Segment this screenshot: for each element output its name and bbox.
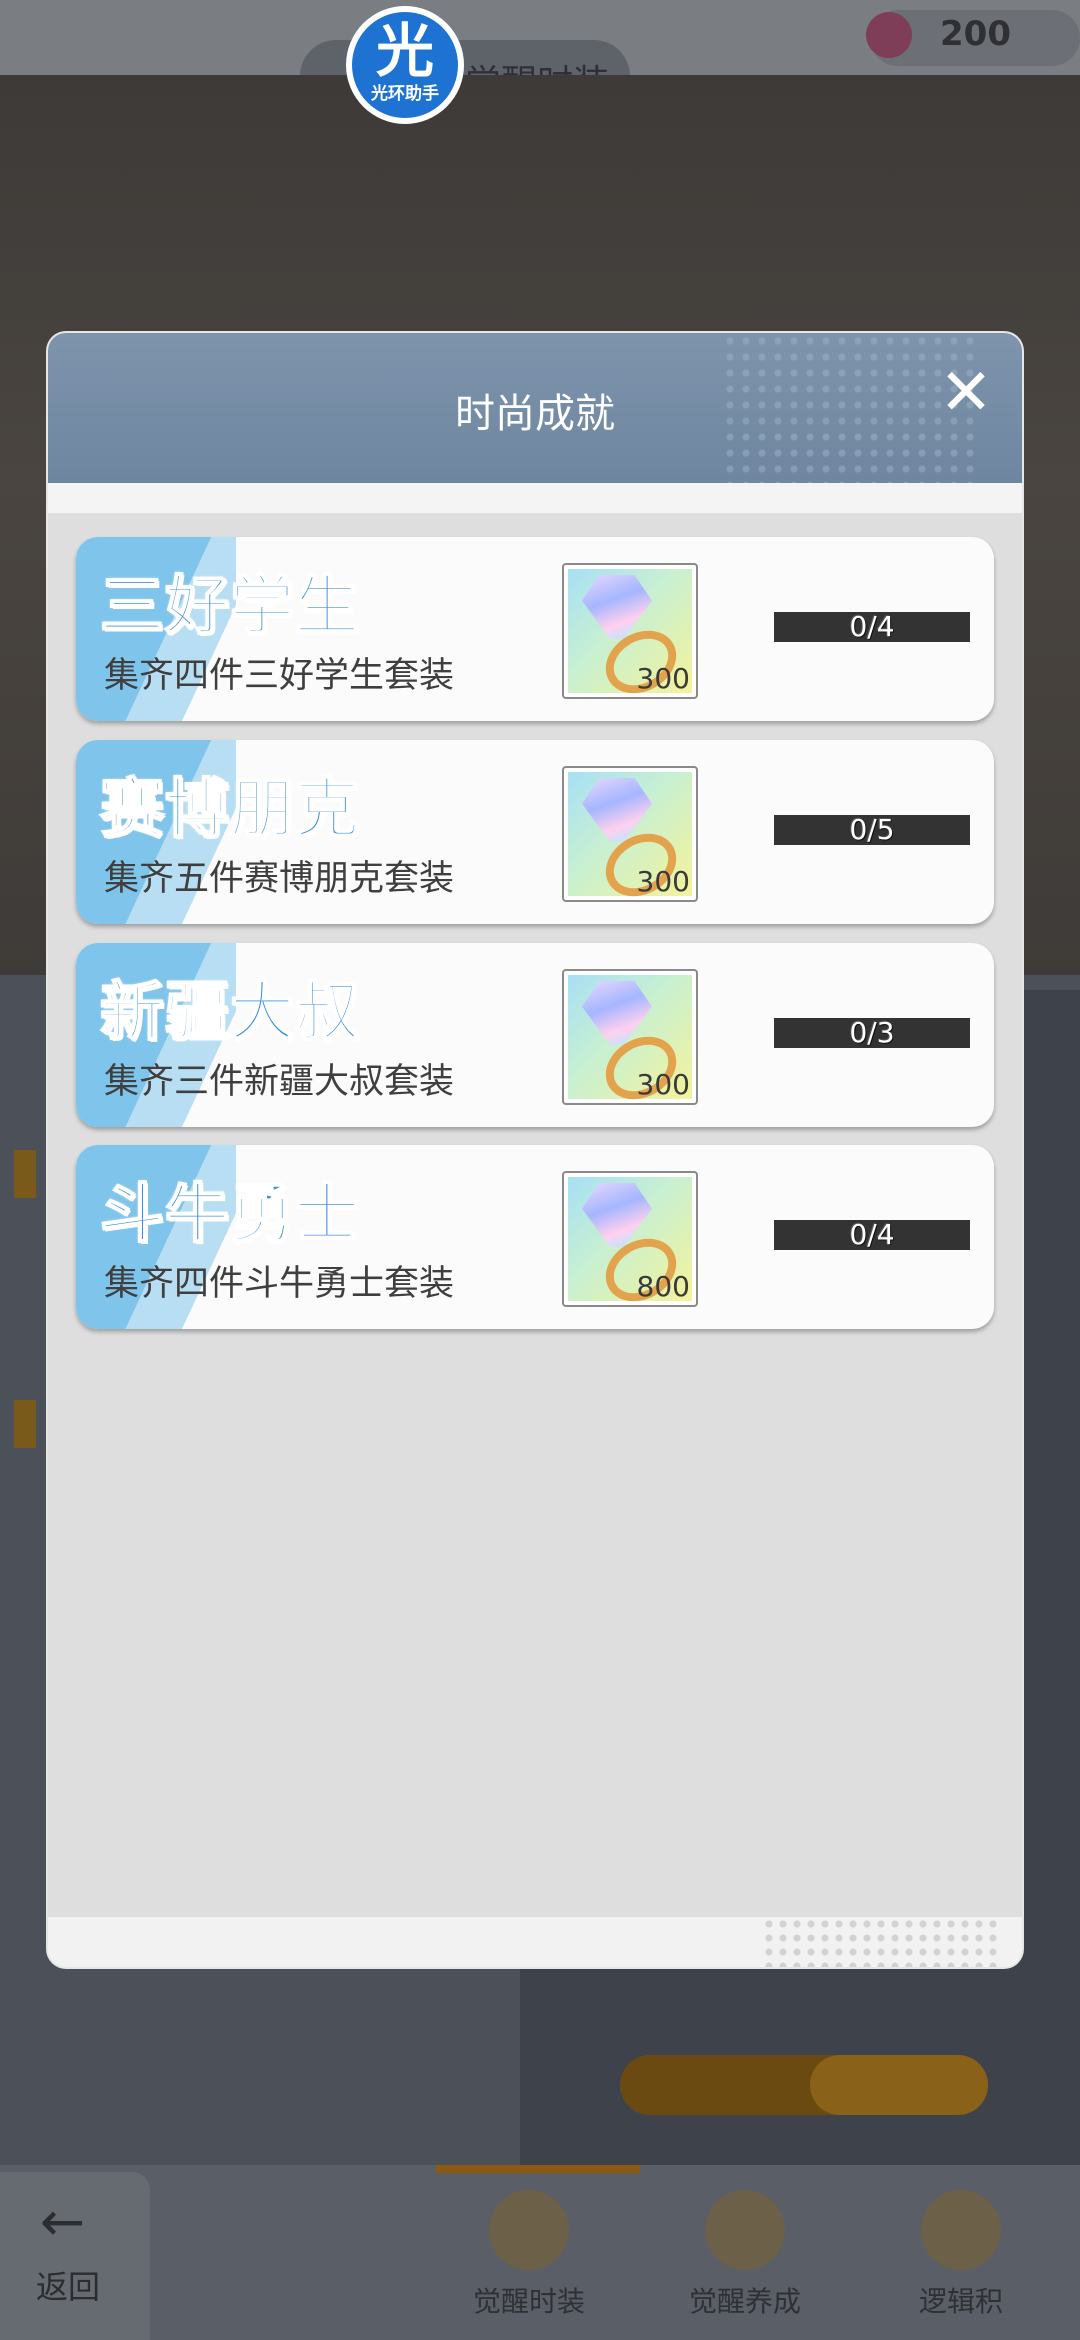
progress-bar: 0/5 [774,813,970,846]
currency-value: 200 [940,14,1011,54]
reward-item[interactable]: 300 [562,563,698,706]
reward-item[interactable]: 800 [562,1171,698,1314]
achievement-description: 集齐三件新疆大叔套装 [104,1062,455,1102]
achievement-card[interactable]: 赛博朋克 集齐五件赛博朋克套装 300 0/5 [76,740,994,924]
logo-glyph: 光 [375,17,434,85]
achievement-name: 赛博朋克 [99,772,360,848]
currency-icon [866,12,912,58]
side-tag [14,1150,36,1198]
character-icon [705,2190,785,2270]
achievement-description: 集齐四件三好学生套装 [104,656,455,696]
reward-amount: 300 [636,1068,690,1101]
bottom-tab: 觉醒养成 [680,2190,810,2330]
back-arrow-icon: ← [40,2190,86,2253]
progress-text: 0/4 [849,1218,895,1251]
achievement-list[interactable]: 三好学生 集齐四件三好学生套装 300 0/4 赛博朋克 集齐五件赛博朋克套装 … [48,513,1022,1917]
close-icon[interactable]: ✕ [934,361,998,425]
side-tag [14,1400,36,1448]
reward-amount: 300 [636,865,690,898]
dialog-header: 时尚成就 ✕ [48,333,1022,483]
progress-bar: 0/4 [774,1218,970,1251]
dialog-title: 时尚成就 [455,391,615,437]
reward-amount: 300 [636,662,690,695]
character-icon [489,2190,569,2270]
footer-dot-pattern [762,1917,1002,1967]
achievement-name: 新疆大叔 [99,975,360,1051]
achievement-name: 三好学生 [99,569,360,645]
assistant-logo-badge[interactable]: 光 光环助手 [346,6,464,124]
progress-text: 0/4 [849,610,895,643]
background-action-button [810,2055,988,2115]
logo-text: 光环助手 [371,84,439,104]
fashion-achievement-dialog: 时尚成就 ✕ 三好学生 集齐四件三好学生套装 300 0/4 赛博朋克 集齐五件… [48,333,1022,1967]
progress-bar: 0/3 [774,1016,970,1049]
dialog-spacer [48,483,1022,513]
achievement-card[interactable]: 新疆大叔 集齐三件新疆大叔套装 300 0/3 [76,943,994,1127]
progress-bar: 0/4 [774,610,970,643]
bottom-tab: 觉醒时装 [464,2190,594,2330]
reward-amount: 800 [636,1270,690,1303]
bottom-tab-label: 觉醒养成 [688,2285,801,2318]
reward-item[interactable]: 300 [562,766,698,909]
active-tab-indicator [436,2165,640,2173]
progress-text: 0/3 [849,1016,895,1049]
progress-text: 0/5 [849,813,895,846]
bottom-tab: 逻辑积 [896,2190,1026,2330]
dialog-footer [48,1917,1022,1967]
back-label: 返回 [36,2268,101,2306]
achievement-card[interactable]: 三好学生 集齐四件三好学生套装 300 0/4 [76,537,994,721]
reward-item[interactable]: 300 [562,969,698,1112]
achievement-name: 斗牛勇士 [99,1177,360,1253]
achievement-description: 集齐四件斗牛勇士套装 [104,1264,455,1304]
achievement-description: 集齐五件赛博朋克套装 [104,859,455,899]
character-icon [921,2190,1001,2270]
bottom-tab-label: 逻辑积 [918,2285,1003,2318]
bottom-tab-label: 觉醒时装 [472,2285,585,2318]
achievement-card[interactable]: 斗牛勇士 集齐四件斗牛勇士套装 800 0/4 [76,1145,994,1329]
logo-icon: 光 光环助手 [352,12,458,118]
